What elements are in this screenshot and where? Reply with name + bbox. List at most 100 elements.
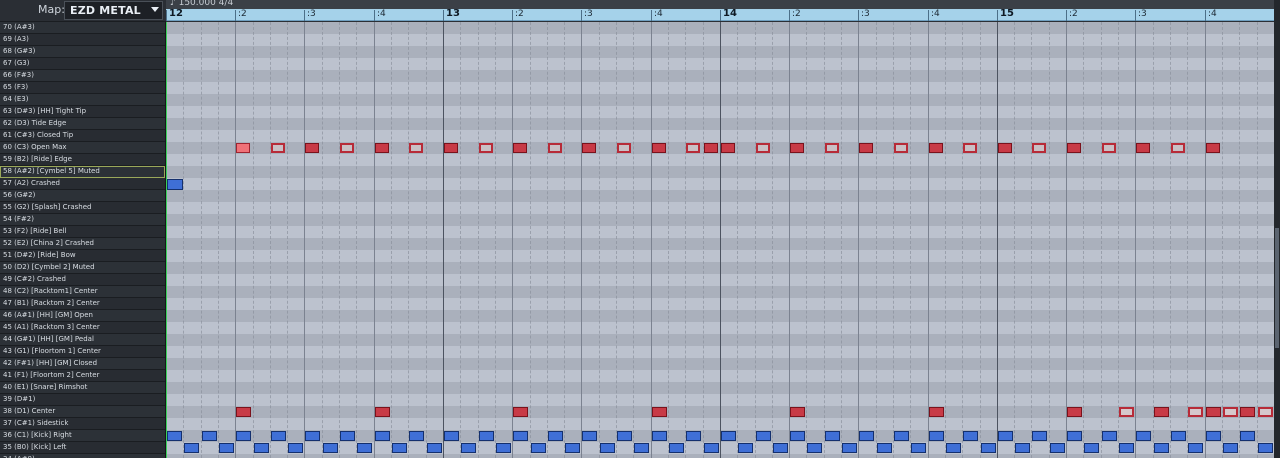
note-open-max[interactable]	[859, 143, 873, 153]
key-row[interactable]: 69 (A3)	[0, 34, 165, 46]
key-row[interactable]: 48 (C2) [Racktom1] Center	[0, 286, 165, 298]
note-kick-right[interactable]	[825, 431, 840, 441]
key-row[interactable]: 45 (A1) [Racktom 3] Center	[0, 322, 165, 334]
note-kick-right[interactable]	[548, 431, 563, 441]
note-kick-right[interactable]	[963, 431, 978, 441]
note-kick-left[interactable]	[1223, 443, 1238, 453]
note-snare-center[interactable]	[1258, 407, 1273, 417]
key-row[interactable]: 64 (E3)	[0, 94, 165, 106]
note-kick-right[interactable]	[167, 431, 182, 441]
note-open-max[interactable]	[236, 143, 250, 153]
note-open-max[interactable]	[271, 143, 285, 153]
note-kick-left[interactable]	[254, 443, 269, 453]
note-kick-left[interactable]	[565, 443, 580, 453]
note-snare-center[interactable]	[1240, 407, 1255, 417]
key-row[interactable]: 55 (G2) [Splash] Crashed	[0, 202, 165, 214]
note-kick-left[interactable]	[911, 443, 926, 453]
note-open-max[interactable]	[582, 143, 596, 153]
key-row[interactable]: 38 (D1) Center	[0, 406, 165, 418]
note-snare-center[interactable]	[1119, 407, 1134, 417]
note-kick-left[interactable]	[1258, 443, 1273, 453]
note-open-max[interactable]	[1171, 143, 1185, 153]
note-kick-right[interactable]	[409, 431, 424, 441]
note-open-max[interactable]	[686, 143, 700, 153]
note-open-max[interactable]	[1102, 143, 1116, 153]
key-row[interactable]: 51 (D#2) [Ride] Bow	[0, 250, 165, 262]
key-row[interactable]: 41 (F1) [Floortom 2] Center	[0, 370, 165, 382]
note-open-max[interactable]	[340, 143, 354, 153]
note-open-max[interactable]	[375, 143, 389, 153]
note-kick-left[interactable]	[184, 443, 199, 453]
note-kick-left[interactable]	[531, 443, 546, 453]
note-kick-right[interactable]	[375, 431, 390, 441]
note-kick-right[interactable]	[1240, 431, 1255, 441]
vertical-scrollbar[interactable]	[1274, 0, 1280, 458]
note-kick-left[interactable]	[1154, 443, 1169, 453]
key-row[interactable]: 46 (A#1) [HH] [GM] Open	[0, 310, 165, 322]
key-row[interactable]: 49 (C#2) Crashed	[0, 274, 165, 286]
key-row[interactable]: 57 (A2) Crashed	[0, 178, 165, 190]
note-kick-right[interactable]	[305, 431, 320, 441]
key-row[interactable]: 36 (C1) [Kick] Right	[0, 430, 165, 442]
note-kick-left[interactable]	[669, 443, 684, 453]
key-row[interactable]: 54 (F#2)	[0, 214, 165, 226]
key-row[interactable]: 70 (A#3)	[0, 22, 165, 34]
note-crash[interactable]	[167, 179, 183, 190]
note-kick-right[interactable]	[859, 431, 874, 441]
key-row[interactable]: 40 (E1) [Snare] Rimshot	[0, 382, 165, 394]
note-kick-right[interactable]	[236, 431, 251, 441]
note-open-max[interactable]	[1136, 143, 1150, 153]
key-row[interactable]: 60 (C3) Open Max	[0, 142, 165, 154]
note-kick-right[interactable]	[479, 431, 494, 441]
note-open-max[interactable]	[479, 143, 493, 153]
note-kick-right[interactable]	[790, 431, 805, 441]
key-row[interactable]: 63 (D#3) [HH] Tight Tip	[0, 106, 165, 118]
key-row[interactable]: 56 (G#2)	[0, 190, 165, 202]
note-snare-center[interactable]	[790, 407, 805, 417]
note-kick-right[interactable]	[721, 431, 736, 441]
key-row[interactable]: 66 (F#3)	[0, 70, 165, 82]
key-row[interactable]: 37 (C#1) Sidestick	[0, 418, 165, 430]
note-open-max[interactable]	[409, 143, 423, 153]
note-kick-left[interactable]	[981, 443, 996, 453]
note-kick-right[interactable]	[686, 431, 701, 441]
note-snare-center[interactable]	[1206, 407, 1221, 417]
key-row[interactable]: 50 (D2) [Cymbel 2] Muted	[0, 262, 165, 274]
note-snare-center[interactable]	[513, 407, 528, 417]
note-kick-left[interactable]	[773, 443, 788, 453]
note-kick-right[interactable]	[1206, 431, 1221, 441]
note-kick-left[interactable]	[392, 443, 407, 453]
note-open-max[interactable]	[963, 143, 977, 153]
key-row[interactable]: 34 (A#0)	[0, 454, 165, 458]
note-kick-left[interactable]	[634, 443, 649, 453]
note-open-max[interactable]	[790, 143, 804, 153]
note-kick-right[interactable]	[617, 431, 632, 441]
note-kick-right[interactable]	[1032, 431, 1047, 441]
note-kick-left[interactable]	[461, 443, 476, 453]
key-row[interactable]: 43 (G1) [Floortom 1] Center	[0, 346, 165, 358]
note-kick-left[interactable]	[877, 443, 892, 453]
note-snare-center[interactable]	[1154, 407, 1169, 417]
note-open-max[interactable]	[825, 143, 839, 153]
key-row[interactable]: 42 (F#1) [HH] [GM] Closed	[0, 358, 165, 370]
note-open-max[interactable]	[704, 143, 718, 153]
note-kick-left[interactable]	[288, 443, 303, 453]
note-snare-center[interactable]	[375, 407, 390, 417]
note-kick-right[interactable]	[202, 431, 217, 441]
note-kick-right[interactable]	[582, 431, 597, 441]
key-row[interactable]: 65 (F3)	[0, 82, 165, 94]
note-kick-left[interactable]	[738, 443, 753, 453]
note-snare-center[interactable]	[236, 407, 251, 417]
note-kick-left[interactable]	[1188, 443, 1203, 453]
note-open-max[interactable]	[1067, 143, 1081, 153]
note-open-max[interactable]	[652, 143, 666, 153]
note-kick-right[interactable]	[894, 431, 909, 441]
note-kick-right[interactable]	[1102, 431, 1117, 441]
key-row[interactable]: 67 (G3)	[0, 58, 165, 70]
note-kick-left[interactable]	[1015, 443, 1030, 453]
key-row[interactable]: 47 (B1) [Racktom 2] Center	[0, 298, 165, 310]
note-open-max[interactable]	[721, 143, 735, 153]
note-kick-left[interactable]	[219, 443, 234, 453]
note-snare-center[interactable]	[1188, 407, 1203, 417]
note-open-max[interactable]	[998, 143, 1012, 153]
